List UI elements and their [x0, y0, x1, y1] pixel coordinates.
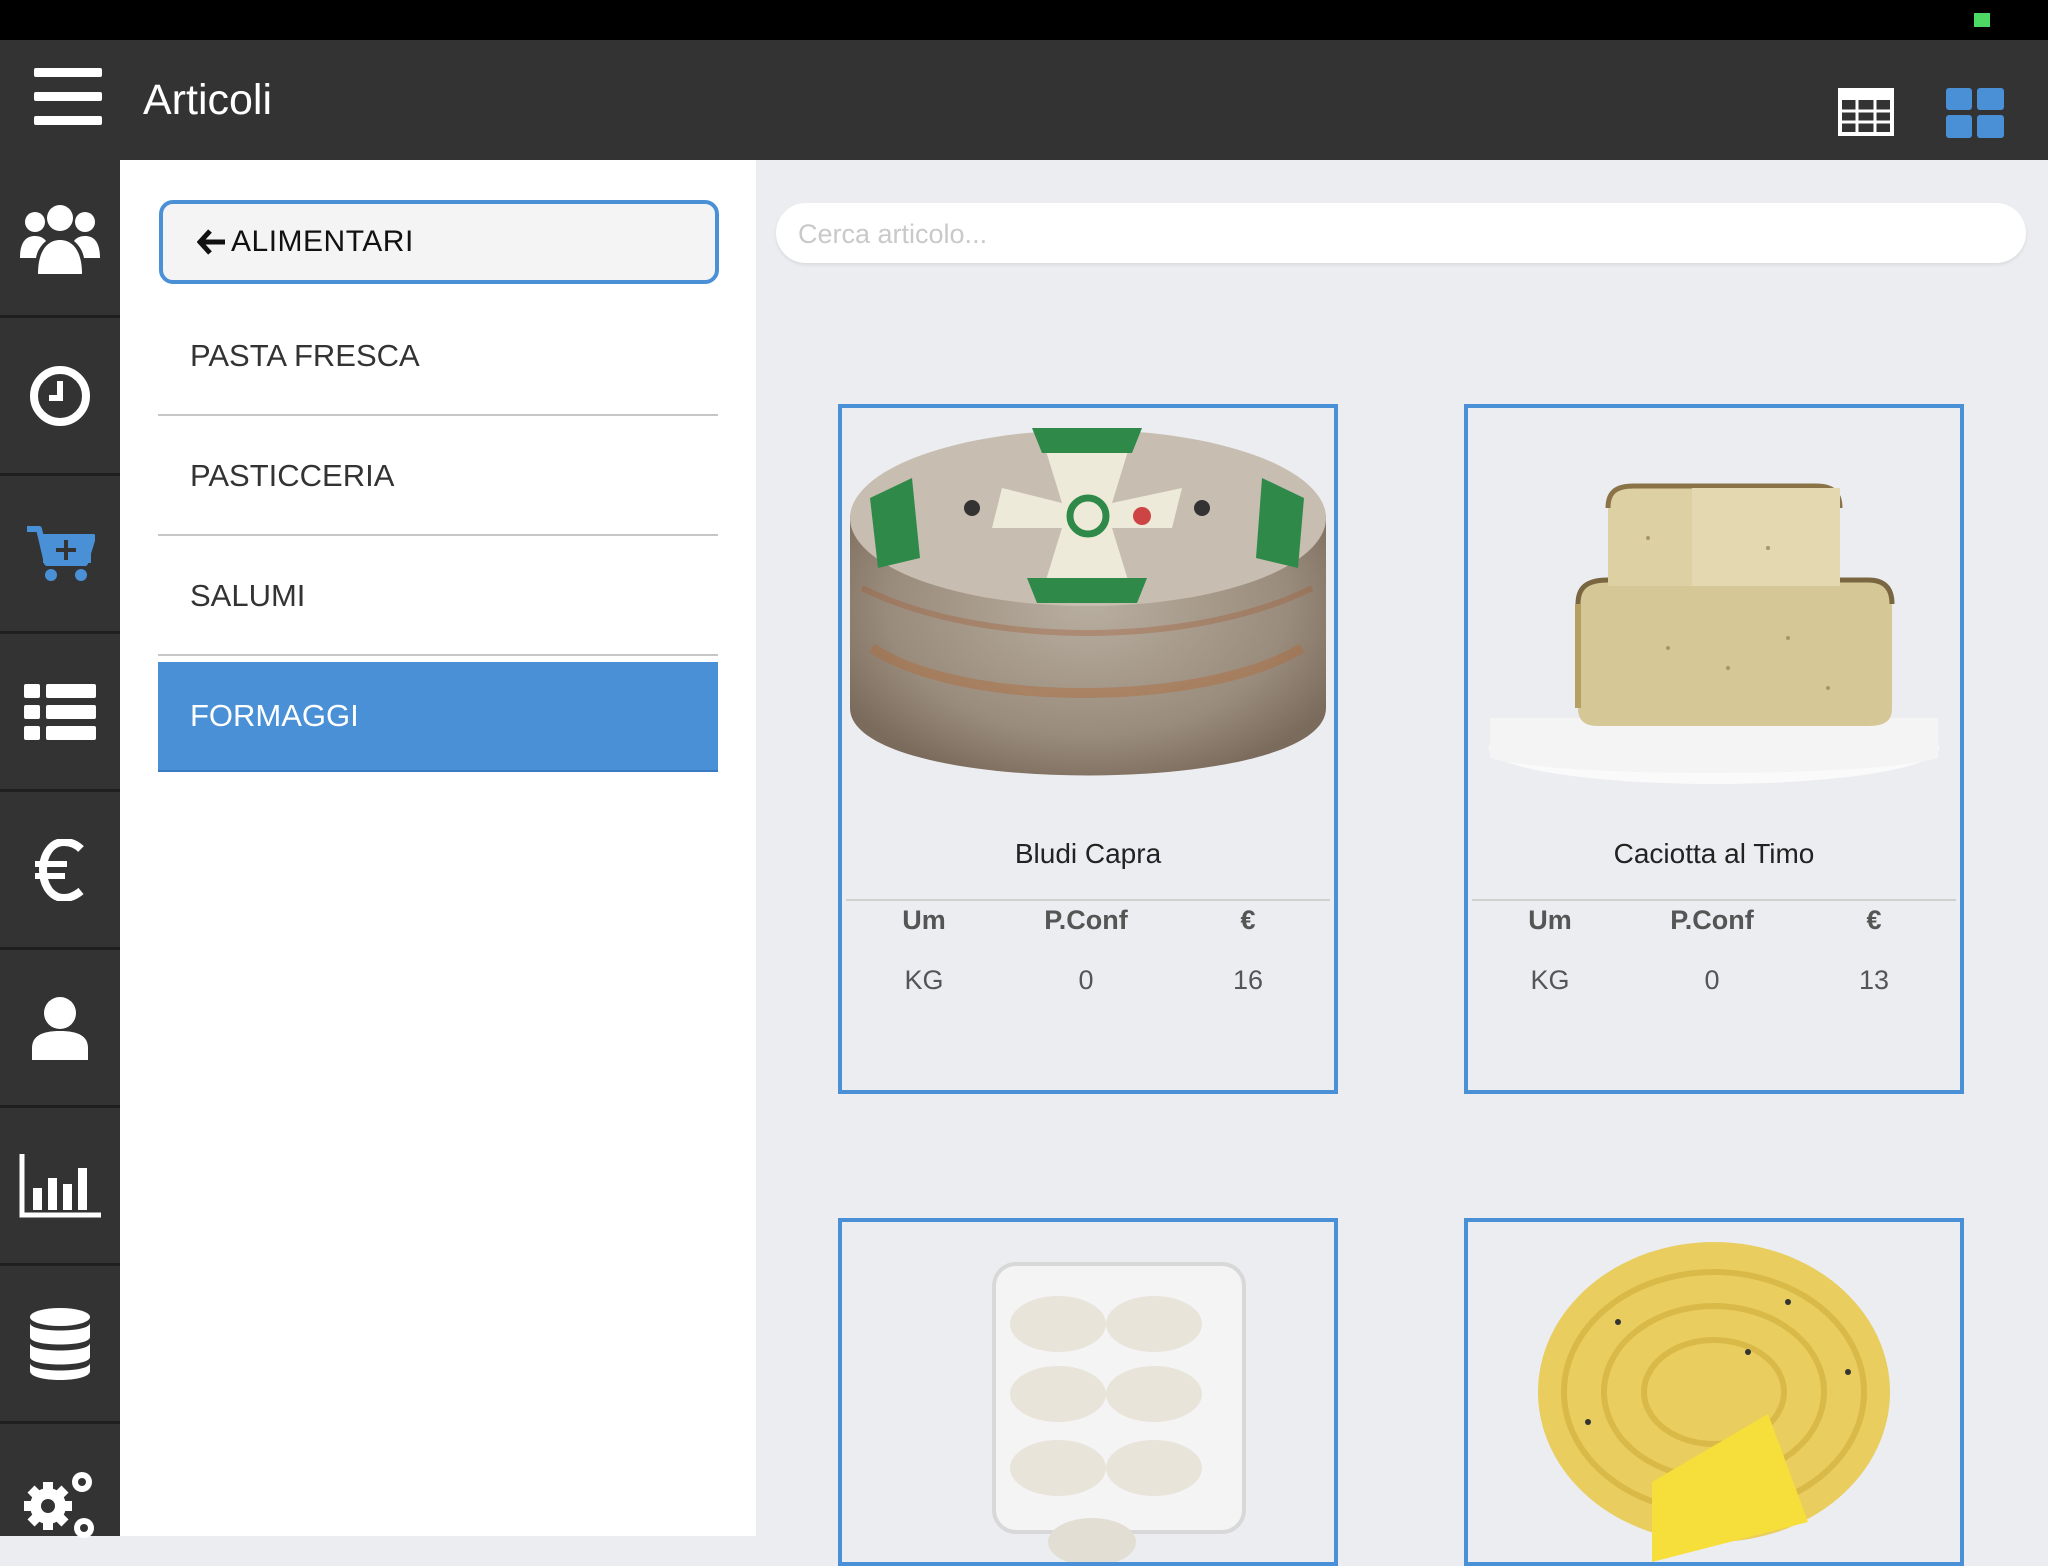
price-value: 16 — [1232, 965, 1264, 995]
hamburger-icon[interactable] — [34, 68, 102, 126]
status-bar — [0, 0, 2048, 40]
category-label: PASTICCERIA — [190, 458, 395, 493]
sidebar-item-carrello[interactable] — [0, 476, 120, 634]
product-card[interactable]: Caciotta al Timo Um P.Conf € KG 0 13 — [1464, 404, 1964, 1094]
column-header-price: € — [1240, 905, 1256, 935]
unit-value: KG — [1530, 965, 1570, 995]
pack-value: 0 — [1704, 965, 1720, 995]
back-button[interactable]: ALIMENTARI — [159, 200, 719, 284]
clock-icon — [30, 365, 90, 426]
cart-add-icon — [27, 525, 95, 581]
product-image — [842, 408, 1334, 828]
users-icon — [20, 204, 100, 274]
product-name: Bludi Capra — [1014, 838, 1162, 869]
category-pasticceria[interactable]: PASTICCERIA — [158, 418, 718, 536]
page-title: Articoli — [143, 76, 273, 124]
database-icon — [30, 1307, 90, 1380]
back-button-label: ALIMENTARI — [231, 225, 414, 258]
tiles-icon[interactable] — [1946, 88, 2004, 138]
column-header-pconf: P.Conf — [1044, 905, 1128, 935]
sidebar-item-database[interactable] — [0, 1266, 120, 1424]
sidebar-item-profilo[interactable] — [0, 950, 120, 1108]
table-grid-icon[interactable] — [1838, 88, 1894, 136]
pack-value: 0 — [1078, 965, 1094, 995]
search-input[interactable] — [796, 203, 2000, 265]
product-image — [842, 1222, 1334, 1562]
product-image — [1468, 1222, 1960, 1562]
gears-icon — [24, 1472, 94, 1538]
euro-icon — [35, 838, 84, 901]
sidebar-item-statistiche[interactable] — [0, 1108, 120, 1266]
sidebar-item-pagamenti[interactable] — [0, 792, 120, 950]
search-field[interactable] — [776, 203, 2026, 265]
category-pasta-fresca[interactable]: PASTA FRESCA — [158, 298, 718, 416]
column-header-um: Um — [1528, 905, 1572, 935]
sidebar-item-impostazioni[interactable] — [0, 1424, 120, 1538]
sidebar — [0, 160, 120, 1538]
card-divider — [1472, 899, 1956, 901]
bar-chart-icon — [19, 1153, 101, 1217]
category-formaggi[interactable]: FORMAGGI — [158, 662, 718, 772]
list-icon — [24, 683, 96, 740]
sidebar-item-elenco[interactable] — [0, 634, 120, 792]
category-label: FORMAGGI — [190, 698, 359, 733]
product-name: Caciotta al Timo — [1613, 838, 1815, 869]
sidebar-item-clienti[interactable] — [0, 160, 120, 318]
sidebar-item-storico[interactable] — [0, 318, 120, 476]
category-salumi[interactable]: SALUMI — [158, 538, 718, 656]
top-bar: Articoli — [0, 40, 2048, 160]
product-card[interactable] — [1464, 1218, 1964, 1566]
card-divider — [846, 899, 1330, 901]
category-label: PASTA FRESCA — [190, 338, 420, 373]
column-header-pconf: P.Conf — [1670, 905, 1754, 935]
price-value: 13 — [1858, 965, 1890, 995]
category-label: SALUMI — [190, 578, 306, 613]
product-card[interactable] — [838, 1218, 1338, 1566]
arrow-left-icon — [197, 229, 225, 255]
user-icon — [32, 996, 88, 1060]
battery-icon — [1974, 13, 1990, 27]
column-header-price: € — [1866, 905, 1882, 935]
product-card[interactable]: Bludi Capra Um P.Conf € KG 0 16 — [838, 404, 1338, 1094]
category-panel: ALIMENTARI PASTA FRESCA PASTICCERIA SALU… — [120, 160, 756, 1536]
unit-value: KG — [904, 965, 944, 995]
product-image — [1468, 408, 1960, 828]
column-header-um: Um — [902, 905, 946, 935]
